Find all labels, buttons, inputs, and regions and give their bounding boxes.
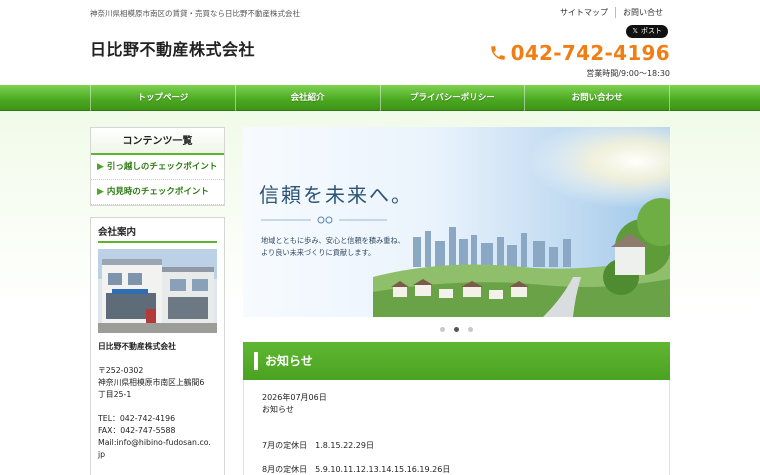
top-links: サイトマップ お問い合せ [553, 7, 670, 18]
hero-copy-1: 地域とともに歩み、安心と信頼を積み重ね、 [261, 236, 405, 245]
company-fax: FAX：042-747-5588 [98, 426, 176, 435]
office-photo [98, 249, 217, 333]
contact-link[interactable]: お問い合せ [615, 7, 670, 18]
phone-icon [490, 46, 505, 60]
contents-link-label: 引っ越しのチェックポイント [106, 162, 218, 172]
address-line-1: 神奈川県相模原市南区上鶴間6 [98, 378, 205, 387]
hero-headline: 信頼を未来へ。 [259, 183, 413, 207]
postal-code: 〒252-0302 [98, 366, 144, 375]
x-logo-icon: 𝕏 [632, 27, 638, 35]
contents-link-moving[interactable]: ▶ 引っ越しのチェックポイント [91, 155, 224, 180]
news-line-august: 8月の定休日 5.9.10.11.12.13.14.15.16.19.26日 [262, 465, 451, 474]
global-nav: トップページ 会社紹介 プライバシーポリシー お問い合わせ [0, 85, 760, 111]
phone-number[interactable]: 042-742-4196 [511, 41, 670, 65]
nav-contact[interactable]: お問い合わせ [524, 85, 670, 111]
slider-dots [243, 323, 670, 335]
hero-copy-2: より良い未来づくりに貢献します。 [261, 248, 376, 257]
company-box: 会社案内 日比野不動産株式会社 〒252-0302 神奈川県相模原市南区上鶴間6… [90, 217, 225, 475]
phone-block: 042-742-4196 [489, 41, 670, 65]
company-mail[interactable]: Mail:info@hibino-fudosan.co. [98, 437, 217, 449]
company-title: 会社案内 [98, 224, 217, 243]
arrow-right-icon: ▶ [97, 187, 104, 197]
news-line-july: 7月の定休日 1.8.15.22.29日 [262, 441, 374, 450]
nav-company[interactable]: 会社紹介 [234, 85, 380, 111]
hero-image [243, 127, 670, 317]
nav-privacy[interactable]: プライバシーポリシー [379, 85, 525, 111]
news-body: 2026年07月06日 お知らせ 7月の定休日 1.8.15.22.29日 8月… [243, 380, 670, 475]
slider-dot-3[interactable] [468, 326, 473, 332]
address-line-2: 丁目25-1 [98, 390, 132, 399]
contents-title: コンテンツ一覧 [91, 128, 224, 155]
nav-top[interactable]: トップページ [90, 85, 235, 111]
sitemap-link[interactable]: サイトマップ [553, 7, 615, 18]
news-date: 2026年07月06日 [262, 393, 327, 402]
company-details: 日比野不動産株式会社 〒252-0302 神奈川県相模原市南区上鶴間6 丁目25… [98, 341, 217, 461]
company-mail-cont[interactable]: jp [98, 449, 217, 461]
x-post-button[interactable]: 𝕏 ポスト [626, 25, 668, 38]
news-title: お知らせ [243, 342, 670, 380]
site-tagline: 神奈川県相模原市南区の賃貸・売買なら日比野不動産株式会社 [90, 9, 300, 18]
hero-slider[interactable]: 信頼を未来へ。 地域とともに歩み、安心と信頼を積み重ね、 より良い未来づくりに貢… [243, 127, 670, 317]
news-heading: お知らせ [262, 405, 294, 414]
x-post-label: ポスト [641, 27, 662, 35]
arrow-right-icon: ▶ [97, 162, 104, 172]
site-logo[interactable]: 日比野不動産株式会社 [90, 36, 255, 60]
company-name: 日比野不動産株式会社 [98, 342, 176, 351]
contents-box: コンテンツ一覧 ▶ 引っ越しのチェックポイント ▶ 内見時のチェックポイント [90, 127, 225, 206]
contents-link-viewing[interactable]: ▶ 内見時のチェックポイント [91, 180, 224, 205]
slider-dot-2[interactable] [454, 326, 459, 332]
contents-link-label: 内見時のチェックポイント [106, 187, 209, 197]
slider-dot-1[interactable] [440, 326, 445, 332]
company-tel: TEL：042-742-4196 [98, 414, 176, 423]
business-hours: 営業時間/9:00～18:30 [586, 69, 670, 78]
